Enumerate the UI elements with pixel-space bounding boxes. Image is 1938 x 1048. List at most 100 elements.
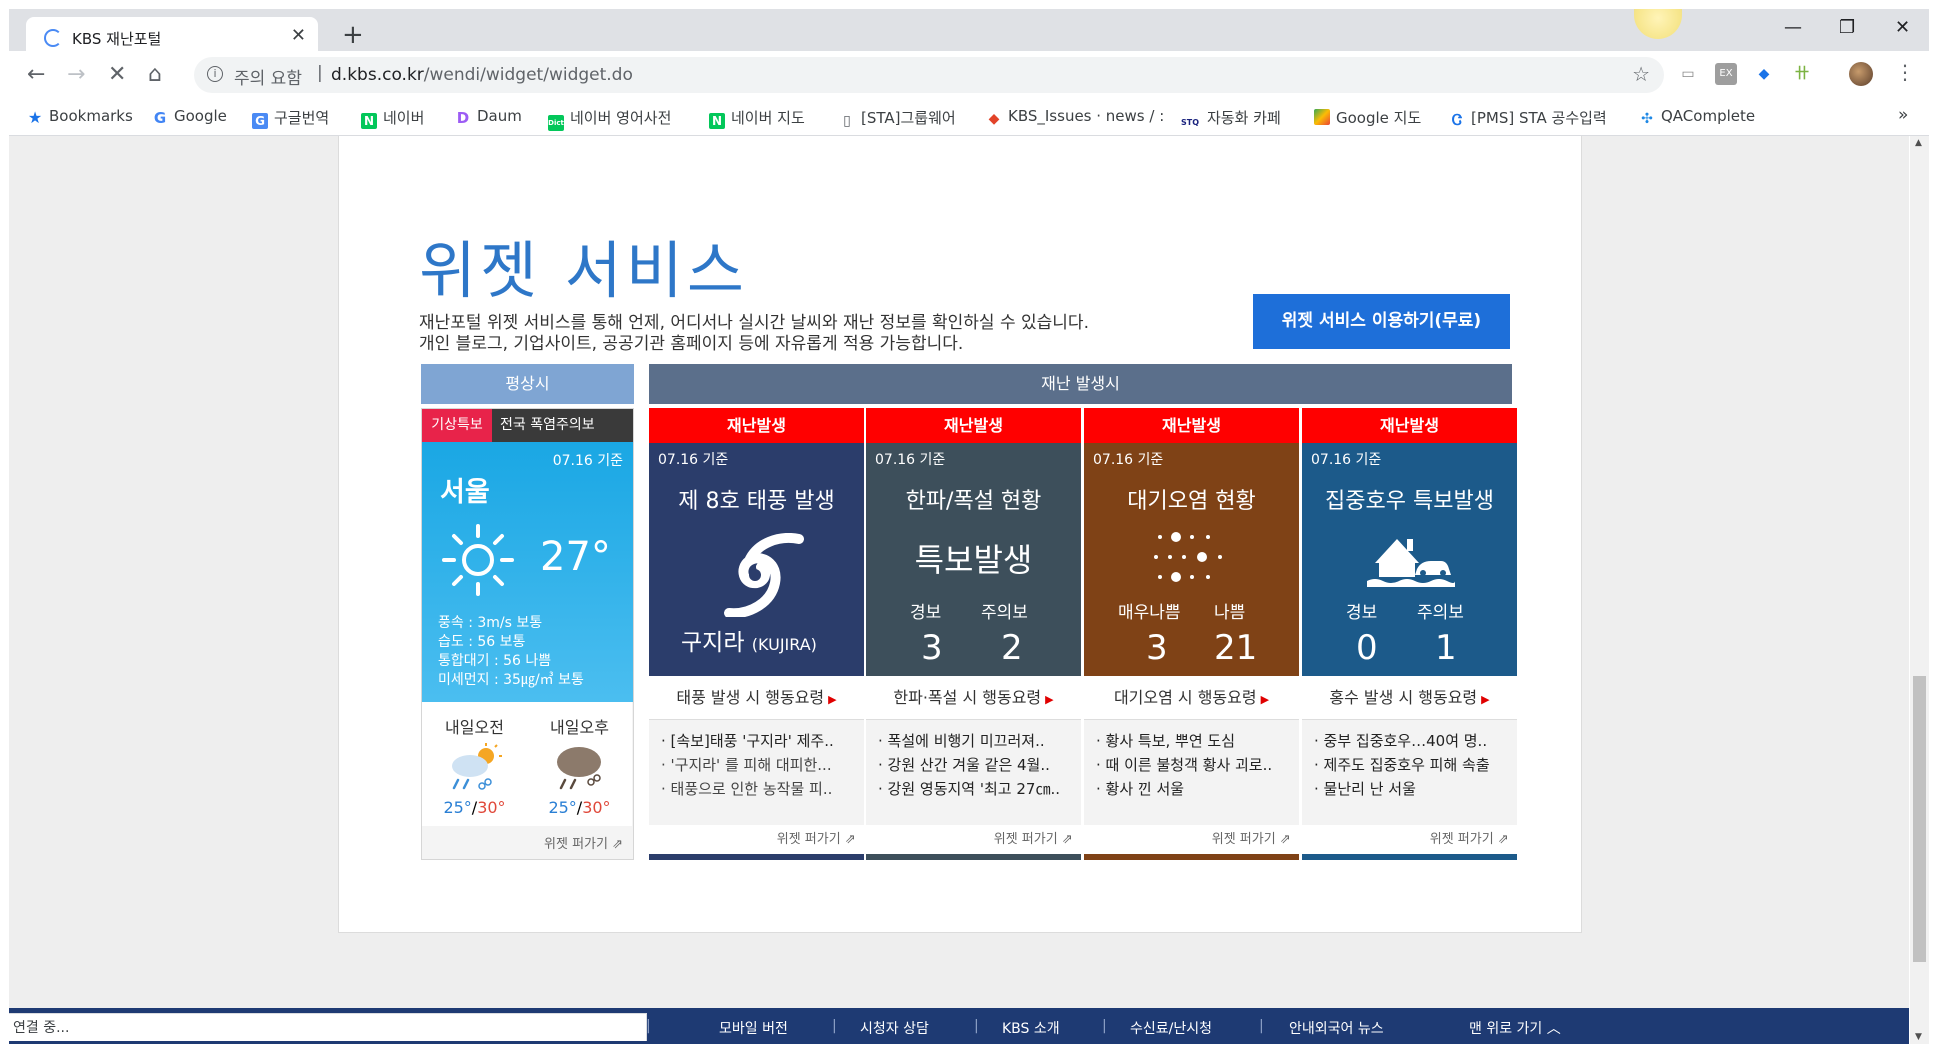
bookmark-item[interactable]: G 구글번역 <box>252 107 329 129</box>
loading-spinner-icon <box>44 29 62 47</box>
close-tab-icon[interactable]: ✕ <box>291 25 306 46</box>
action-guide-label: 홍수 발생 시 행동요령 <box>1329 688 1478 707</box>
bookmark-item[interactable]: ◆ KBS_Issues · news / : <box>986 107 1166 127</box>
alert-message: 전국 폭염주의보 <box>500 417 595 433</box>
extension-icon[interactable]: ▭ <box>1677 63 1699 85</box>
typhoon-icon <box>724 533 804 617</box>
disaster-badge: 재난발생 <box>1084 408 1299 443</box>
browser-chrome: KBS 재난포털 ✕ + — ❐ ✕ ← → ✕ ⌂ i 주의 요함 | d.k… <box>0 0 1938 138</box>
naver-icon: N <box>709 113 725 129</box>
bookmark-item[interactable]: ▯ [STA]그룹웨어 <box>839 107 956 129</box>
forward-icon[interactable]: → <box>67 62 85 87</box>
bookmark-label: 네이버 영어사전 <box>570 109 672 127</box>
new-tab-button[interactable]: + <box>342 22 364 48</box>
share-widget-link[interactable]: 위젯 퍼가기 ⇗ <box>866 825 1081 854</box>
back-to-top-link[interactable]: 맨 위로 가기 ︿ <box>1469 1018 1561 1038</box>
extension-ex-icon[interactable]: EX <box>1715 63 1737 85</box>
footer-link[interactable]: 안내외국어 뉴스 <box>1289 1018 1384 1038</box>
bookmark-item[interactable]: D Daum <box>455 107 522 126</box>
bookmark-item[interactable]: STQ 자동화 카페 <box>1179 107 1281 131</box>
footer-link[interactable]: KBS 소개 <box>1002 1018 1060 1038</box>
news-item[interactable]: · 황사 특보, 뿌연 도심 <box>1096 730 1291 751</box>
address-bar[interactable]: i 주의 요함 | d.kbs.co.kr/wendi/widget/widge… <box>194 57 1664 93</box>
browser-status-bar: 연결 중... <box>9 1013 647 1041</box>
footer-link[interactable]: 수신료/난시청 <box>1130 1018 1212 1038</box>
bookmark-item[interactable]: ✣ QAComplete <box>1639 107 1755 127</box>
page-scrollbar[interactable]: ▲ ▼ <box>1910 136 1929 1044</box>
bookmark-item[interactable]: Google 지도 <box>1314 107 1421 128</box>
news-item[interactable]: · 강원 산간 겨울 같은 4월.. <box>878 754 1073 775</box>
bookmark-item[interactable]: N 네이버 <box>361 107 424 129</box>
tab-title: KBS 재난포털 <box>72 30 162 48</box>
more-bookmarks-icon[interactable]: » <box>1898 105 1908 125</box>
weather-humidity: 습도 : 56 보통 <box>438 634 526 650</box>
share-widget-link[interactable]: 위젯 퍼가기 ⇗ <box>422 831 623 859</box>
stat-label-a: 경보 <box>910 603 942 623</box>
share-widget-link[interactable]: 위젯 퍼가기 ⇗ <box>649 825 864 854</box>
maximize-icon[interactable]: ❐ <box>1839 17 1855 38</box>
news-item[interactable]: · 태풍으로 인한 농작물 피.. <box>661 778 856 799</box>
footer-link[interactable]: 시청자 상담 <box>860 1018 929 1038</box>
news-item[interactable]: · 때 이른 불청객 황사 괴로.. <box>1096 754 1291 775</box>
bookmark-item[interactable]: ★ Bookmarks <box>27 107 133 126</box>
minimize-icon[interactable]: — <box>1784 17 1802 38</box>
disaster-badge: 재난발생 <box>1302 408 1517 443</box>
action-guide-link[interactable]: 대기오염 시 행동요령 ▶ <box>1084 676 1299 720</box>
scrollbar-thumb[interactable] <box>1913 676 1926 962</box>
share-widget-label: 위젯 퍼가기 <box>544 837 608 852</box>
action-guide-link[interactable]: 한파·폭설 시 행동요령 ▶ <box>866 676 1081 720</box>
bookmark-label: QAComplete <box>1661 107 1756 125</box>
forecast-pm-low: 25° <box>548 798 577 817</box>
news-item[interactable]: · 강원 영동지역 '최고 27㎝.. <box>878 778 1073 799</box>
profile-avatar[interactable] <box>1849 62 1873 86</box>
forecast-am-temp: 25°/30° <box>443 798 506 817</box>
news-item[interactable]: · 중부 집중호우…40여 명.. <box>1314 730 1509 751</box>
scroll-down-icon[interactable]: ▼ <box>1915 1032 1922 1042</box>
share-widget-link[interactable]: 위젯 퍼가기 ⇗ <box>1302 825 1517 854</box>
news-item[interactable]: · 물난리 난 서울 <box>1314 778 1509 799</box>
share-widget-link[interactable]: 위젯 퍼가기 ⇗ <box>1084 825 1299 854</box>
news-item[interactable]: · [속보]태풍 '구지라' 제주.. <box>661 730 856 751</box>
stat-value-a: 3 <box>1146 628 1168 668</box>
action-guide-label: 태풍 발생 시 행동요령 <box>676 688 825 707</box>
chrome-menu-icon[interactable]: ⋮ <box>1895 60 1915 84</box>
bookmark-item[interactable]: G Google <box>152 107 227 126</box>
flood-icon <box>1367 539 1455 587</box>
info-icon[interactable]: i <box>207 66 223 82</box>
back-icon[interactable]: ← <box>27 62 45 87</box>
widget-bottom-bar <box>866 854 1081 860</box>
close-window-icon[interactable]: ✕ <box>1895 17 1910 38</box>
action-guide-link[interactable]: 홍수 발생 시 행동요령 ▶ <box>1302 676 1517 720</box>
stat-value-a: 3 <box>921 628 943 668</box>
url-text[interactable]: d.kbs.co.kr/wendi/widget/widget.do <box>331 65 633 85</box>
disaster-date: 07.16 기준 <box>658 452 729 468</box>
disaster-badge: 재난발생 <box>866 408 1081 443</box>
share-widget-label: 위젯 퍼가기 <box>1429 832 1494 847</box>
extension-diamond-icon[interactable]: ◆ <box>1753 63 1775 85</box>
bookmark-item[interactable]: N 네이버 지도 <box>709 107 805 129</box>
bookmark-item[interactable]: Dict 네이버 영어사전 <box>548 107 671 131</box>
use-widget-button[interactable]: 위젯 서비스 이용하기(무료) <box>1253 294 1510 349</box>
footer-link[interactable]: 모바일 버전 <box>719 1018 788 1038</box>
stq-icon: STQ <box>1180 118 1200 127</box>
action-guide-link[interactable]: 태풍 발생 시 행동요령 ▶ <box>649 676 864 720</box>
news-item[interactable]: · 폭설에 비행기 미끄러져.. <box>878 730 1073 751</box>
alert-status: 특보발생 <box>914 541 1033 579</box>
stat-value-b: 1 <box>1435 628 1457 668</box>
home-icon[interactable]: ⌂ <box>148 62 162 87</box>
bookmark-label: [STA]그룹웨어 <box>861 109 956 127</box>
share-widget-label: 위젯 퍼가기 <box>776 832 841 847</box>
bookmark-label: Google <box>174 107 227 125</box>
bookmark-label: 네이버 <box>383 109 425 127</box>
news-item[interactable]: · '구지라' 를 피해 대피한... <box>661 754 856 775</box>
bookmark-star-icon[interactable]: ☆ <box>1632 62 1650 86</box>
bookmark-item[interactable]: Ꮳ [PMS] STA 공수입력 <box>1449 107 1607 128</box>
forecast-pm-label: 내일오후 <box>550 718 609 737</box>
extension-ladder-icon[interactable]: 卄 <box>1791 63 1813 85</box>
scroll-up-icon[interactable]: ▲ <box>1915 138 1922 148</box>
forecast-pm: 내일오후 25°/30° <box>527 702 632 826</box>
news-item[interactable]: · 황사 낀 서울 <box>1096 778 1291 799</box>
stat-value-a: 0 <box>1356 628 1378 668</box>
news-item[interactable]: · 제주도 집중호우 피해 속출 <box>1314 754 1509 775</box>
stop-loading-icon[interactable]: ✕ <box>108 62 126 87</box>
